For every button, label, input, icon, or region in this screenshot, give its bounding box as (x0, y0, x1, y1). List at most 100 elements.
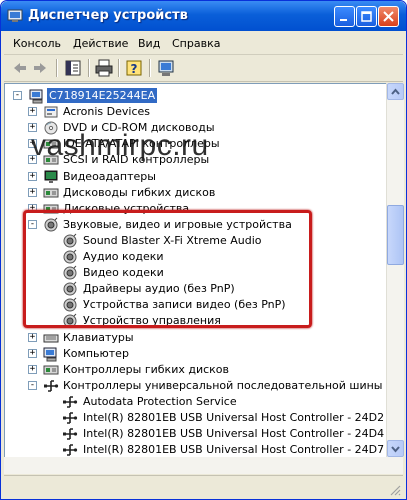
toolbar-separator (56, 59, 58, 77)
vertical-scrollbar[interactable] (386, 83, 404, 457)
expand-button[interactable]: + (28, 332, 37, 342)
tree-child-node[interactable]: Аудио кодеки (5, 249, 385, 265)
toolbar: ? (4, 55, 403, 82)
tree-node[interactable]: + Дисководы гибких дисков (5, 185, 385, 201)
usb-device-icon (63, 396, 78, 408)
tree-node[interactable]: + Клавиатуры (5, 330, 385, 346)
computer-icon (43, 347, 57, 362)
help-icon[interactable]: ? (124, 58, 144, 78)
menu-bar: Консоль Действие Вид Справка (4, 32, 403, 55)
menu-action[interactable]: Действие (73, 37, 128, 50)
tree-child-node[interactable]: Intel(R) 82801EB USB Universal Host Cont… (5, 426, 385, 442)
usb-controller-icon (44, 379, 59, 392)
scan-hardware-icon[interactable] (156, 58, 176, 78)
speaker-icon (63, 233, 77, 248)
tree-child-label[interactable]: Intel(R) 82801EB USB Universal Host Cont… (83, 411, 384, 424)
title-bar[interactable]: Диспетчер устройств (1, 1, 406, 31)
tree-child-label[interactable]: Драйверы аудио (без PnP) (83, 282, 235, 295)
speaker-icon (63, 265, 77, 280)
window-title: Диспетчер устройств (28, 8, 188, 23)
forward-arrow-icon[interactable] (30, 58, 50, 78)
speaker-icon (63, 249, 77, 264)
tree-child-label[interactable]: Аудио кодеки (83, 250, 164, 263)
expand-button[interactable]: + (28, 187, 37, 197)
tree-node[interactable]: + Дисковые устройства (5, 201, 385, 217)
tree-node[interactable]: - Звуковые, видео и игровые устройства (5, 217, 385, 233)
expand-button[interactable]: + (28, 203, 37, 213)
maximize-button[interactable] (356, 6, 377, 27)
close-icon (383, 11, 394, 22)
speaker-icon (63, 281, 77, 296)
tree-child-node[interactable]: Intel(R) 82801EB USB Universal Host Cont… (5, 442, 385, 458)
usb-device-icon (63, 428, 78, 440)
display-adapter-icon (44, 170, 58, 183)
disk-drive-icon (43, 204, 59, 214)
collapse-button[interactable]: - (28, 380, 37, 390)
toolbar-separator (118, 59, 120, 77)
tree-node-label[interactable]: Контроллеры гибких дисков (63, 363, 229, 376)
usb-device-icon (63, 444, 78, 456)
tree-child-label[interactable]: Устройства записи видео (без PnP) (83, 298, 286, 311)
tree-node[interactable]: + Компьютер (5, 346, 385, 362)
tree-child-label[interactable]: Sound Blaster X-Fi Xtreme Audio (83, 234, 262, 247)
collapse-button[interactable]: - (28, 219, 37, 229)
expand-button[interactable]: + (28, 348, 37, 358)
tree-node-label[interactable]: Клавиатуры (63, 331, 134, 344)
back-arrow-icon[interactable] (10, 58, 30, 78)
tree-child-node[interactable]: Видео кодеки (5, 265, 385, 281)
toolbar-separator (88, 59, 90, 77)
scroll-up-button[interactable] (387, 83, 404, 100)
scroll-thumb[interactable] (387, 205, 404, 265)
horizontal-scrollbar[interactable] (4, 457, 403, 474)
resize-grip-icon[interactable] (389, 484, 401, 496)
status-bar (4, 475, 403, 498)
menu-view[interactable]: Вид (138, 37, 160, 50)
speaker-icon (63, 297, 77, 312)
svg-text:?: ? (131, 62, 138, 76)
tree-child-label[interactable]: Intel(R) 82801EB USB Universal Host Cont… (83, 443, 384, 456)
tree-child-label[interactable]: Autodata Protection Service (83, 395, 237, 408)
minimize-icon (340, 19, 347, 21)
print-icon[interactable] (94, 58, 114, 78)
toolbar-separator (149, 59, 151, 77)
tree-child-label[interactable]: Устройство управления (83, 314, 221, 327)
expand-button[interactable]: + (28, 107, 37, 117)
tree-node[interactable]: + Видеоадаптеры (5, 169, 385, 185)
tree-child-node[interactable]: Autodata Protection Service (5, 394, 385, 410)
tree-child-node[interactable]: Устройства записи видео (без PnP) (5, 297, 385, 313)
tree-child-node[interactable]: Sound Blaster X-Fi Xtreme Audio (5, 233, 385, 249)
tree-child-node[interactable]: Драйверы аудио (без PnP) (5, 281, 385, 297)
properties-icon[interactable] (63, 58, 83, 78)
menu-help[interactable]: Справка (172, 37, 220, 50)
menu-console[interactable]: Консоль (13, 37, 61, 50)
scroll-down-button[interactable] (387, 440, 404, 457)
root-computer-icon (29, 89, 43, 104)
maximize-icon (361, 11, 372, 22)
tree-node-label[interactable]: Видеоадаптеры (63, 170, 156, 183)
minimize-button[interactable] (334, 6, 355, 27)
tree-child-node[interactable]: Intel(R) 82801EB USB Universal Host Cont… (5, 410, 385, 426)
tree-node[interactable]: + Контроллеры гибких дисков (5, 362, 385, 378)
tree-root-label[interactable]: C718914E25244EA (47, 88, 158, 103)
tree-node[interactable]: - Контроллеры универсальной последователь… (5, 378, 387, 394)
tree-node-label[interactable]: Компьютер (63, 347, 129, 360)
expand-button[interactable]: + (28, 364, 37, 374)
sound-device-icon (44, 217, 58, 232)
tree-node-label[interactable]: Acronis Devices (63, 105, 150, 118)
tree-node-label[interactable]: Дисковые устройства (63, 202, 189, 215)
arrow-down-icon (391, 446, 400, 453)
tree-root[interactable]: - C718914E25244EA (5, 88, 385, 104)
expand-button[interactable]: + (28, 171, 37, 181)
watermark-text: vashmirpc.ru (31, 129, 209, 162)
close-button[interactable] (378, 6, 399, 27)
tree-node[interactable]: + Acronis Devices (5, 104, 385, 120)
collapse-button[interactable]: - (13, 91, 22, 100)
tree-node-label[interactable]: Звуковые, видео и игровые устройства (63, 218, 292, 231)
tree-node-label[interactable]: Дисководы гибких дисков (63, 186, 215, 199)
keyboard-icon (43, 334, 59, 342)
tree-child-label[interactable]: Видео кодеки (83, 266, 164, 279)
tree-child-node[interactable]: Устройство управления (5, 313, 385, 329)
tree-node-label[interactable]: Контроллеры универсальной последовательн… (63, 379, 387, 392)
tree-child-label[interactable]: Intel(R) 82801EB USB Universal Host Cont… (83, 427, 384, 440)
floppy-controller-icon (43, 365, 59, 375)
